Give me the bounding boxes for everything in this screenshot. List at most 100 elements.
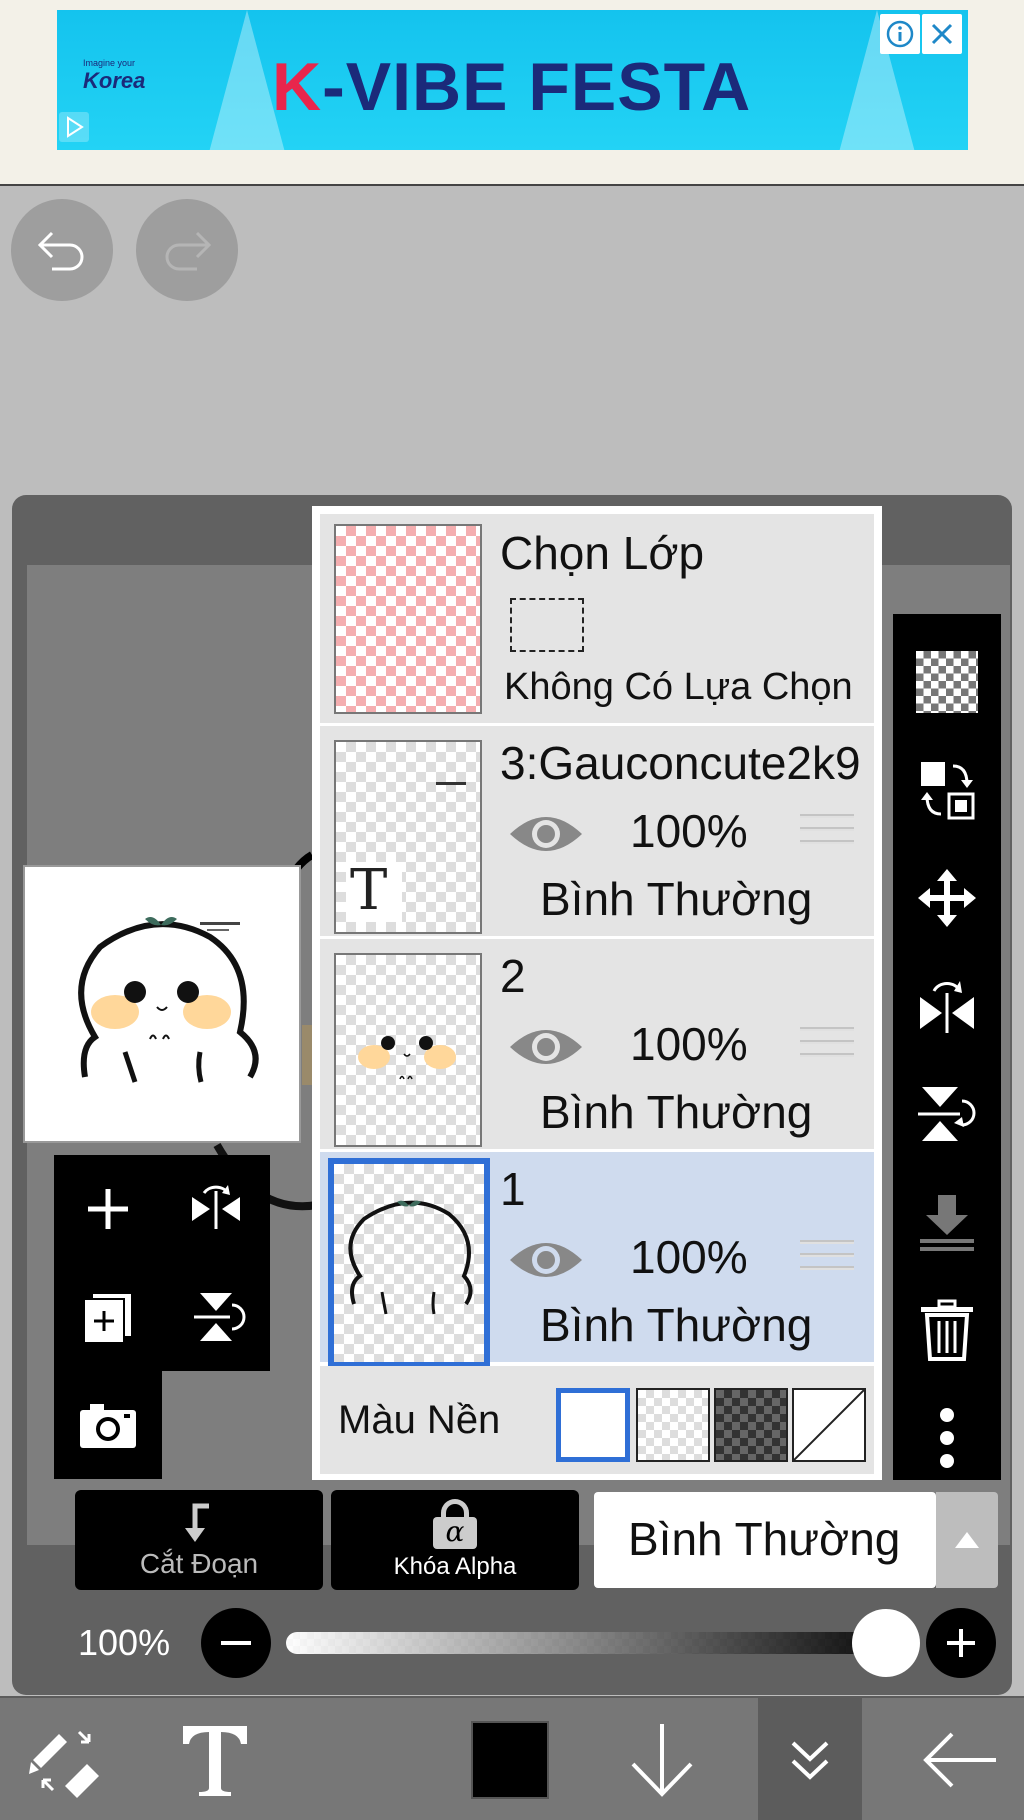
flip-horizontal-button[interactable] [162, 1155, 270, 1263]
drag-handle-icon[interactable] [800, 1240, 854, 1286]
undo-icon [37, 231, 84, 271]
layer-opacity: 100% [630, 1018, 748, 1070]
opacity-slider-thumb[interactable] [852, 1609, 920, 1677]
layer-thumbnail-1 [328, 1158, 490, 1368]
collapse-icon [791, 1741, 829, 1780]
ad-banner[interactable]: Imagine your Korea K-VIBE FESTA [57, 10, 968, 150]
layer-row-2[interactable]: 2 100% Bình Thường [320, 939, 874, 1152]
camera-button[interactable] [54, 1371, 162, 1479]
brush-eraser-button[interactable] [10, 1698, 120, 1820]
back-button[interactable] [910, 1698, 1010, 1820]
text-tool-button[interactable] [160, 1698, 270, 1820]
swap-button[interactable] [893, 740, 1001, 840]
text-layer-icon: T [350, 858, 388, 923]
color-swatch [471, 1721, 549, 1799]
layer-opacity: 100% [630, 805, 748, 857]
merge-down-icon [920, 1195, 974, 1251]
flip-vertical-button[interactable] [162, 1263, 270, 1371]
redo-button[interactable] [136, 199, 238, 301]
selection-layer-title: Chọn Lớp [500, 527, 705, 579]
layer-list: Chọn Lớp Không Có Lựa Chọn T 3:Gauconcut… [312, 506, 882, 1480]
ad-title: K-VIBE FESTA [272, 48, 751, 126]
flip-horizontal-icon [192, 1185, 240, 1229]
drag-handle-icon[interactable] [800, 1027, 854, 1073]
layer-row-3[interactable]: T 3:Gauconcute2k9 100% Bình Thường [320, 726, 874, 939]
add-layer-button[interactable] [54, 1155, 162, 1263]
flip-vertical-icon [918, 1087, 976, 1141]
collapse-button[interactable] [758, 1698, 862, 1820]
visibility-eye-icon[interactable] [506, 1232, 586, 1288]
alpha-lock-label: Khóa Alpha [393, 1553, 517, 1580]
opacity-label: 100% [78, 1622, 171, 1663]
layer-blend-mode: Bình Thường [540, 1299, 813, 1351]
layer-thumbnail-2 [334, 953, 482, 1147]
visibility-eye-icon[interactable] [506, 806, 586, 862]
ad-close-icon[interactable] [922, 14, 962, 54]
ad-title-rest: -VIBE FESTA [322, 49, 752, 125]
background-color-row: Màu Nền [320, 1366, 874, 1474]
merge-down-button[interactable] [893, 1172, 1001, 1272]
triangle-up-icon [955, 1532, 979, 1548]
transparent-fill-button[interactable] [893, 632, 1001, 732]
duplicate-layer-button[interactable] [54, 1263, 162, 1371]
layer-1-content [348, 1200, 473, 1315]
alpha-symbol: α [433, 1517, 477, 1549]
selection-layer-row[interactable]: Chọn Lớp Không Có Lựa Chọn [320, 514, 874, 726]
clipping-button[interactable]: Cắt Đoạn [75, 1490, 323, 1590]
ad-info-icon[interactable] [880, 14, 920, 54]
swap-icon [921, 762, 975, 820]
arrow-down-button[interactable] [614, 1698, 710, 1820]
layer-opacity: 100% [630, 1231, 748, 1283]
opacity-increase-button[interactable] [926, 1608, 996, 1678]
more-icon [940, 1408, 954, 1468]
delete-layer-button[interactable] [893, 1280, 1001, 1380]
more-options-button[interactable] [893, 1388, 1001, 1488]
back-arrow-icon [923, 1732, 996, 1788]
layer-row-1[interactable]: 1 100% Bình Thường [320, 1152, 874, 1368]
flip-vertical-icon [194, 1293, 246, 1341]
layer-name: 3:Gauconcute2k9 [500, 737, 861, 789]
clipping-label: Cắt Đoạn [139, 1548, 259, 1579]
camera-icon [80, 1404, 136, 1448]
layer-2-content [358, 1036, 456, 1080]
duplicate-layer-icon [83, 1292, 133, 1344]
flip-vertical-button-right[interactable] [893, 1064, 1001, 1164]
background-white-swatch[interactable] [556, 1388, 630, 1462]
color-swatch-button[interactable] [462, 1698, 558, 1820]
ad-logo-small: Imagine your [83, 58, 136, 68]
layer-blend-mode: Bình Thường [540, 1086, 813, 1138]
selection-marquee-icon [510, 598, 584, 652]
opacity-slider[interactable] [286, 1632, 886, 1654]
alpha-lock-button[interactable]: α Khóa Alpha [331, 1490, 579, 1590]
layer-blend-mode: Bình Thường [540, 873, 813, 925]
move-icon [918, 869, 976, 927]
brush-eraser-icon [29, 1730, 99, 1798]
undo-button[interactable] [11, 199, 113, 301]
selection-layer-thumbnail [334, 524, 482, 714]
alpha-lock-icon: α [433, 1499, 477, 1549]
flip-horizontal-icon [920, 981, 974, 1033]
ad-play-icon[interactable] [59, 112, 89, 142]
right-toolbar [893, 614, 1001, 1480]
arrow-down-icon [631, 1724, 693, 1797]
text-tool-icon [183, 1726, 247, 1796]
flip-horizontal-button-right[interactable] [893, 956, 1001, 1056]
trash-icon [921, 1299, 973, 1361]
canvas-preview[interactable] [23, 865, 301, 1143]
plus-icon [947, 1629, 975, 1657]
character-drawing [78, 917, 259, 1083]
selection-status: Không Có Lựa Chọn [504, 666, 853, 708]
blend-mode-dropdown-button[interactable] [936, 1492, 998, 1588]
background-none-swatch[interactable] [792, 1388, 866, 1462]
minus-icon [221, 1641, 251, 1645]
transparent-fill-icon [916, 651, 978, 713]
visibility-eye-icon[interactable] [506, 1019, 586, 1075]
move-button[interactable] [893, 848, 1001, 948]
add-layer-icon [88, 1189, 128, 1229]
drag-handle-icon[interactable] [800, 814, 854, 860]
layer-name: 1 [500, 1163, 526, 1215]
opacity-decrease-button[interactable] [201, 1608, 271, 1678]
background-transparent-swatch[interactable] [636, 1388, 710, 1462]
background-dark-checker-swatch[interactable] [714, 1388, 788, 1462]
blend-mode-select[interactable]: Bình Thường [594, 1492, 936, 1588]
